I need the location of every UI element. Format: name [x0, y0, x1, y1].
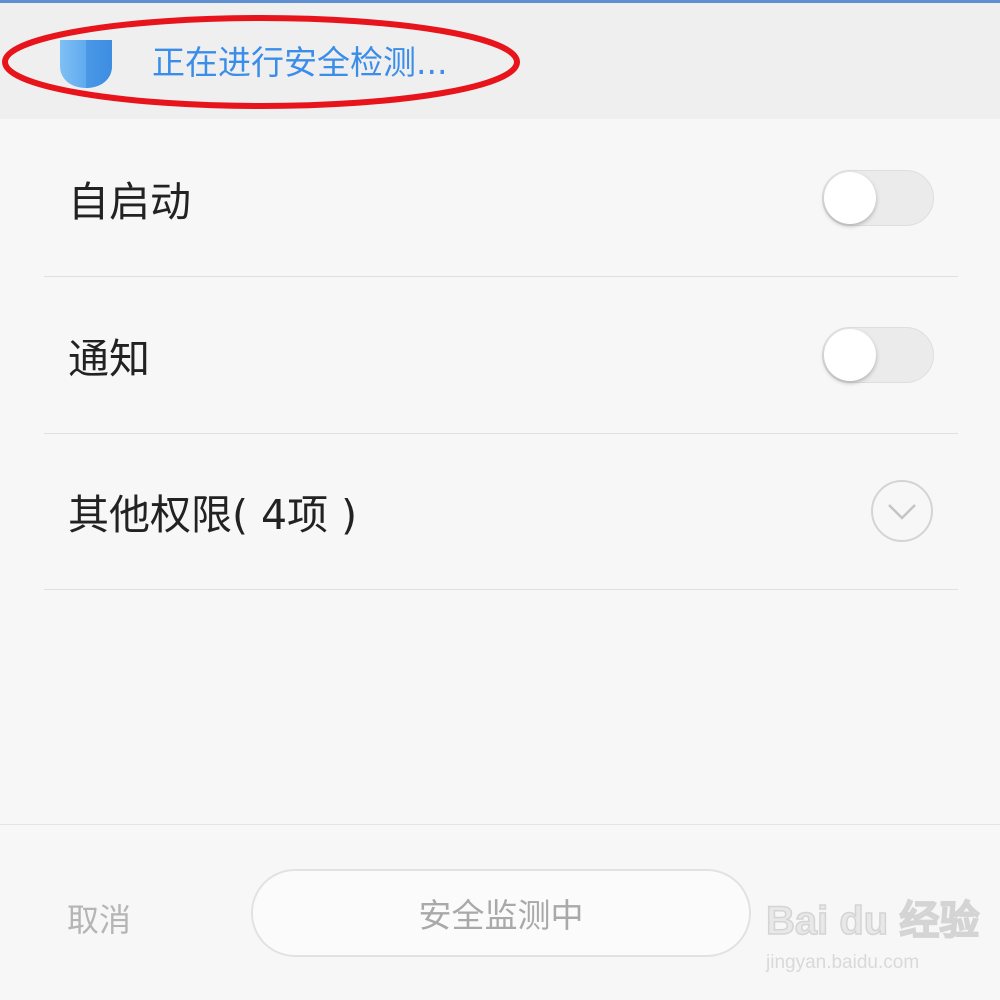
autostart-toggle[interactable]	[822, 170, 934, 226]
permission-label-other: 其他权限( 4项 )	[68, 491, 358, 539]
permission-row-notification[interactable]: 通知	[44, 277, 958, 434]
watermark-url: jingyan.baidu.com	[766, 952, 920, 973]
chevron-down-icon[interactable]	[870, 479, 934, 543]
cancel-button[interactable]: 取消	[67, 895, 131, 941]
permission-label-autostart: 自启动	[68, 178, 191, 226]
watermark-brand: Bai du 经验	[765, 898, 980, 944]
security-monitoring-button[interactable]: 安全监测中	[251, 869, 751, 957]
toggle-knob	[824, 172, 876, 224]
notification-toggle[interactable]	[822, 327, 934, 383]
permission-row-autostart[interactable]: 自启动	[44, 120, 958, 277]
baidu-watermark: Bai du 经验 jingyan.baidu.com	[765, 888, 980, 984]
highlight-annotation-ellipse	[2, 15, 520, 109]
permission-label-notification: 通知	[68, 335, 150, 383]
permission-dialog: 正在进行安全检测... 自启动 通知 其他权限( 4项 ) 取消 安全监测中 B…	[0, 0, 1000, 1000]
permission-row-other[interactable]: 其他权限( 4项 )	[44, 433, 958, 590]
toggle-knob	[824, 329, 876, 381]
